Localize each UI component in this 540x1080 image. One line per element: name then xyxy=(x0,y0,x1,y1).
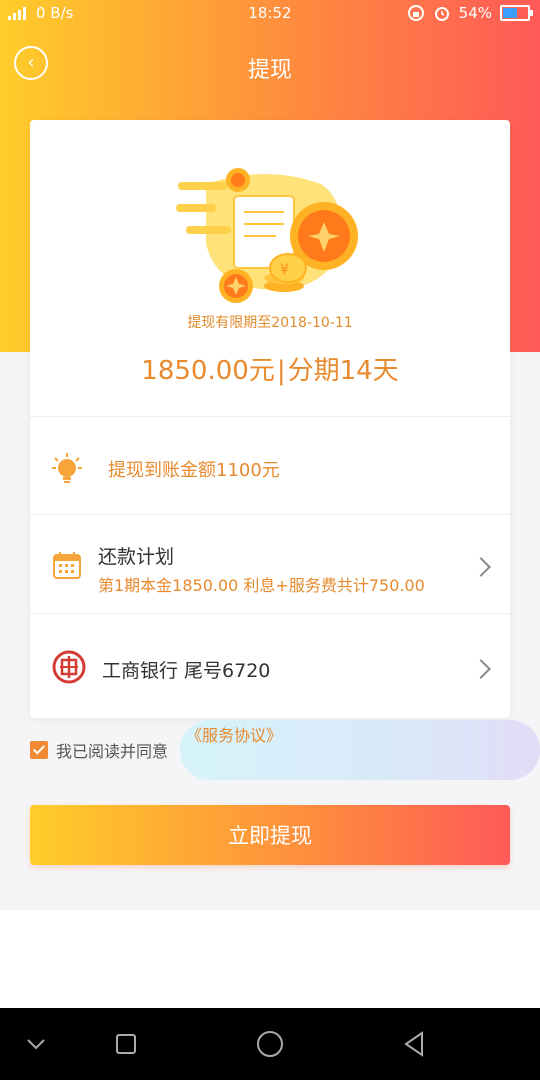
withdraw-amount: 1850.00元 xyxy=(141,356,275,386)
nav-bar: ‹ 提现 xyxy=(0,38,540,98)
status-right: 54% xyxy=(407,4,533,22)
credit-amount-text: 提现到账金额1100元 xyxy=(108,460,280,481)
amount-summary: 1850.00元|分期14天 xyxy=(30,350,510,387)
nav-dropdown-button[interactable] xyxy=(18,1026,54,1062)
coins-document-illustration: ¥ xyxy=(176,168,358,303)
alarm-icon xyxy=(434,7,449,21)
agreement-prefix: 我已阅读并同意 xyxy=(56,742,169,761)
battery-icon xyxy=(500,5,533,21)
circle-icon xyxy=(257,1031,283,1057)
amount-separator: | xyxy=(276,356,286,386)
service-agreement-link[interactable]: 《服务协议》 xyxy=(186,722,282,746)
battery-percent: 54% xyxy=(458,4,492,22)
agreement-checkbox-row[interactable]: 我已阅读并同意 xyxy=(30,738,168,762)
bottom-area xyxy=(0,910,540,1010)
calendar-icon xyxy=(53,552,81,579)
lock-rotation-icon xyxy=(407,5,424,21)
bank-card-text: 工商银行 尾号6720 xyxy=(102,660,271,682)
system-nav-bar xyxy=(0,1008,540,1080)
status-bar: 0 B/s 18:52 54% xyxy=(0,0,540,28)
chevron-down-icon xyxy=(27,1039,45,1050)
withdraw-limit-date: 提现有限期至2018-10-11 xyxy=(187,315,353,331)
divider xyxy=(30,416,510,417)
nav-recents-button[interactable] xyxy=(108,1026,144,1062)
nav-home-button[interactable] xyxy=(252,1026,288,1062)
withdraw-now-button[interactable]: 立即提现 xyxy=(30,805,510,865)
svg-text:¥: ¥ xyxy=(280,262,289,278)
repayment-plan-title: 还款计划 xyxy=(98,546,175,568)
agreement-checkbox[interactable] xyxy=(30,741,48,759)
withdraw-card: ¥ 提现有限期至2018-10-11 1850.00元|分期14天 提现到账金额… xyxy=(30,120,510,718)
square-icon xyxy=(116,1034,136,1054)
triangle-back-icon xyxy=(404,1031,423,1057)
repayment-plan-detail: 第1期本金1850.00 利息+服务费共计750.00 xyxy=(98,576,425,595)
icbc-bank-logo-icon xyxy=(52,650,86,684)
nav-back-button[interactable] xyxy=(396,1026,432,1062)
installment-term: 分期14天 xyxy=(287,356,399,386)
page-title: 提现 xyxy=(247,58,292,83)
lightbulb-icon xyxy=(52,453,82,483)
